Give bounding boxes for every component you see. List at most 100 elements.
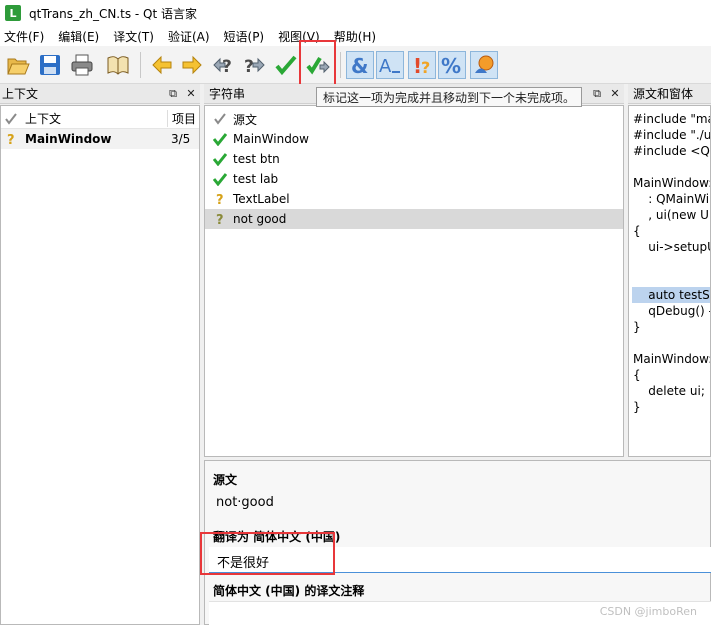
- toolbar-separator: [340, 52, 341, 78]
- punctuation-check-icon: A: [379, 56, 400, 77]
- menu-file[interactable]: 文件(F): [0, 28, 51, 45]
- code-line: }: [633, 320, 641, 334]
- phrase-check-button[interactable]: !?: [408, 51, 436, 79]
- svg-text:&: &: [351, 54, 368, 77]
- open-button[interactable]: [4, 51, 32, 79]
- svg-text:?: ?: [216, 213, 224, 226]
- float-icon[interactable]: ⧉: [588, 87, 606, 101]
- string-text: test btn: [233, 152, 280, 166]
- string-row[interactable]: ? TextLabel: [205, 189, 623, 209]
- context-pane-title: 上下文 ⧉ ✕: [0, 84, 200, 104]
- svg-text:%: %: [441, 54, 461, 77]
- question-icon: ?: [1, 132, 21, 146]
- strings-list: 源文 MainWindow test btn test lab ? TextLa…: [204, 105, 624, 457]
- float-icon[interactable]: ⧉: [164, 87, 182, 101]
- code-line: #include <QD: [633, 144, 711, 158]
- context-name: MainWindow: [25, 132, 112, 146]
- check-icon: [209, 152, 231, 166]
- print-button[interactable]: [68, 51, 96, 79]
- svg-text:?: ?: [421, 58, 430, 77]
- save-button[interactable]: [36, 51, 64, 79]
- translation-input[interactable]: 不是很好: [209, 547, 711, 573]
- code-line: auto testSt: [633, 288, 711, 302]
- string-row[interactable]: MainWindow: [205, 129, 623, 149]
- next-unfinished-icon: ?: [244, 57, 265, 77]
- code-line: {: [633, 224, 641, 238]
- code-line: {: [633, 368, 641, 382]
- sources-pane-title: 源文和窗体: [628, 84, 711, 104]
- translation-value: 不是很好: [217, 556, 270, 571]
- phrasebook-icon: [107, 56, 129, 75]
- toolbar-separator: [140, 52, 141, 78]
- prev-unfinished-button[interactable]: ?: [210, 51, 238, 79]
- status-header-icon: [209, 112, 231, 126]
- title-bar: L qtTrans_zh_CN.ts - Qt 语言家: [0, 0, 711, 26]
- next-button[interactable]: [178, 51, 206, 79]
- strings-header: 源文: [205, 109, 623, 129]
- string-row[interactable]: test lab: [205, 169, 623, 189]
- surrounding-whitespace-icon: [475, 55, 494, 73]
- code-line: delete ui;: [633, 384, 705, 398]
- menu-view[interactable]: 视图(V): [271, 28, 327, 45]
- placeholder-check-button[interactable]: %: [438, 51, 466, 79]
- question-icon: ?: [209, 212, 231, 226]
- context-pane-label: 上下文: [2, 87, 39, 101]
- code-line: MainWindow:: [633, 176, 711, 190]
- context-row[interactable]: ? MainWindow 3/5: [1, 129, 199, 149]
- context-list: 上下文 项目 ? MainWindow 3/5: [0, 105, 200, 625]
- code-line: ui->setupU: [633, 240, 711, 254]
- tooltip: 标记这一项为完成并且移动到下一个未完成项。: [316, 87, 583, 107]
- code-line: : QMainWi: [633, 192, 710, 206]
- accelerator-check-button[interactable]: &: [346, 51, 374, 79]
- save-icon: [40, 55, 60, 75]
- string-row[interactable]: test btn: [205, 149, 623, 169]
- close-icon[interactable]: ✕: [182, 87, 200, 100]
- string-text: not good: [233, 212, 287, 226]
- done-icon: [275, 55, 297, 76]
- code-line: , ui(new Ui:: [633, 208, 711, 222]
- string-row-selected[interactable]: ? not good: [205, 209, 623, 229]
- menu-bar: 文件(F) 编辑(E) 译文(T) 验证(A) 短语(P) 视图(V) 帮助(H…: [0, 26, 711, 46]
- done-and-next-icon: [306, 56, 330, 75]
- translation-editor: 源文 not·good 翻译为 简体中文 (中国) 不是很好 简体中文 (中国)…: [204, 460, 711, 625]
- menu-validation[interactable]: 验证(A): [161, 28, 217, 45]
- source-column-header[interactable]: 源文: [231, 111, 257, 128]
- menu-help[interactable]: 帮助(H): [327, 28, 383, 45]
- done-button[interactable]: [272, 51, 300, 79]
- svg-text:?: ?: [216, 193, 224, 206]
- translation-label: 翻译为 简体中文 (中国): [213, 530, 341, 544]
- toolbar: ? ? & A !? %: [0, 46, 711, 84]
- menu-phrases[interactable]: 短语(P): [217, 28, 272, 45]
- open-icon: [7, 58, 30, 75]
- done-and-next-button[interactable]: [304, 51, 332, 79]
- string-text: TextLabel: [233, 192, 290, 206]
- string-text: test lab: [233, 172, 279, 186]
- menu-edit[interactable]: 编辑(E): [51, 28, 106, 45]
- watermark: CSDN @jimboRen: [599, 605, 697, 618]
- string-text: MainWindow: [233, 132, 309, 146]
- app-icon: L: [5, 5, 21, 21]
- placeholder-check-icon: %: [441, 54, 461, 77]
- svg-text:?: ?: [7, 133, 15, 146]
- comment-label: 简体中文 (中国) 的译文注释: [213, 584, 365, 598]
- check-icon: [209, 132, 231, 146]
- source-label: 源文: [213, 473, 238, 487]
- prev-button[interactable]: [148, 51, 176, 79]
- svg-text:?: ?: [244, 57, 254, 77]
- close-icon[interactable]: ✕: [606, 87, 624, 100]
- prev-unfinished-icon: ?: [213, 57, 232, 77]
- svg-text:A: A: [379, 56, 392, 77]
- punctuation-check-button[interactable]: A: [376, 51, 404, 79]
- status-header-icon: [1, 112, 21, 126]
- next-unfinished-button[interactable]: ?: [240, 51, 268, 79]
- context-column-header[interactable]: 上下文: [21, 110, 167, 127]
- sources-pane-label: 源文和窗体: [633, 87, 694, 101]
- items-column-header[interactable]: 项目: [167, 110, 199, 127]
- code-line: qDebug() -: [633, 304, 711, 318]
- surrounding-whitespace-button[interactable]: [470, 51, 498, 79]
- menu-translation[interactable]: 译文(T): [106, 28, 161, 45]
- phrase-check-icon: !?: [413, 54, 430, 77]
- phrasebook-button[interactable]: [104, 51, 132, 79]
- code-line: #include "mai: [633, 112, 711, 126]
- context-count: 3/5: [171, 132, 191, 146]
